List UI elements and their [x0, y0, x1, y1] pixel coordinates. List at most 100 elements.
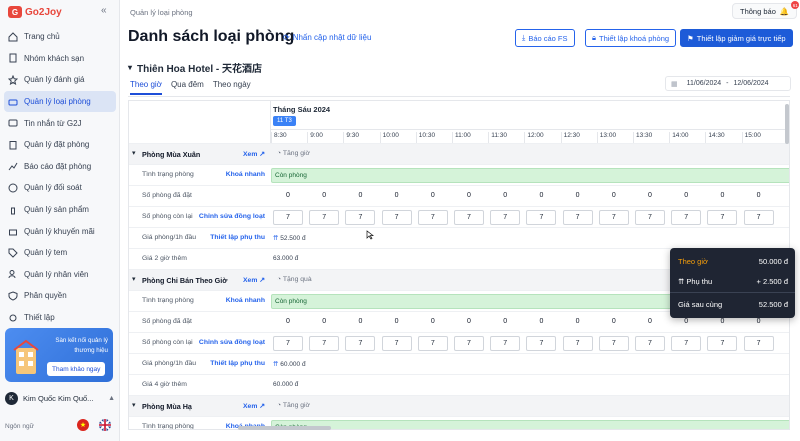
sidebar-item-label: Quản lý loại phòng: [24, 97, 91, 107]
promo-button[interactable]: Tham khảo ngay: [47, 362, 106, 376]
booked-count: 0: [720, 192, 725, 199]
view-room-link[interactable]: Xem ↗: [243, 402, 265, 410]
remaining-input[interactable]: 7: [381, 336, 412, 351]
remaining-input[interactable]: 7: [417, 210, 448, 225]
remaining-input[interactable]: 7: [671, 336, 702, 351]
tab-2[interactable]: Theo ngày: [213, 80, 251, 95]
remaining-input[interactable]: 7: [707, 336, 738, 351]
sidebar-item-money[interactable]: Quản lý đối soát: [4, 177, 116, 199]
price-first-hour[interactable]: ⇈ 52.500 đ: [273, 234, 306, 242]
remaining-input[interactable]: 7: [417, 336, 448, 351]
sidebar-item-bottle[interactable]: Quản lý sản phẩm: [4, 199, 116, 221]
surcharge-link[interactable]: Thiết lập phụ thu: [210, 234, 265, 241]
room-type-name[interactable]: Phòng Chỉ Bán Theo Giờ: [142, 276, 227, 285]
view-room-link[interactable]: Xem ↗: [243, 150, 265, 158]
external-link-icon: ↗: [257, 277, 265, 284]
remaining-input[interactable]: 7: [345, 336, 376, 351]
booked-count: 0: [467, 192, 471, 199]
remaining-input[interactable]: 7: [345, 210, 376, 225]
user-menu[interactable]: K Kim Quốc Kim Quố... ▲: [5, 390, 115, 406]
vietnam-flag-icon[interactable]: ★: [77, 419, 89, 431]
sidebar-item-chart[interactable]: Báo cáo đặt phòng: [4, 156, 116, 178]
sidebar-item-gift[interactable]: Quản lý khuyến mãi: [4, 220, 116, 242]
direct-discount-button[interactable]: ⚑ Thiết lập giảm giá trực tiếp: [680, 29, 793, 47]
sidebar-item-star[interactable]: Quản lý đánh giá: [4, 69, 116, 91]
price-first-hour[interactable]: ⇈ 60.000 đ: [273, 360, 306, 368]
chevron-down-icon[interactable]: ▾: [132, 275, 136, 283]
remaining-input[interactable]: 7: [526, 210, 557, 225]
sidebar-item-users[interactable]: Quản lý nhân viên: [4, 264, 116, 286]
hotel-header[interactable]: ▾ Thiên Hoa Hotel - 天花酒店: [128, 60, 262, 75]
remaining-input[interactable]: 7: [381, 210, 412, 225]
sidebar-item-tag[interactable]: Quản lý tem: [4, 242, 116, 264]
remaining-input[interactable]: 7: [309, 210, 340, 225]
sidebar-item-settings[interactable]: Thiết lập: [4, 307, 116, 329]
sidebar-item-home[interactable]: Trang chủ: [4, 26, 116, 48]
remaining-input[interactable]: 7: [309, 336, 340, 351]
remaining-input[interactable]: 7: [490, 210, 521, 225]
chevron-down-icon[interactable]: ▾: [132, 401, 136, 409]
day-chip[interactable]: 11 T3: [273, 116, 296, 126]
remaining-input[interactable]: 7: [743, 210, 774, 225]
remaining-input[interactable]: 7: [635, 210, 665, 225]
sidebar-item-message[interactable]: Tin nhắn từ G2J: [4, 112, 116, 134]
availability-bar[interactable]: Còn phòng: [271, 168, 789, 183]
sidebar-item-building[interactable]: Nhóm khách sạn: [4, 48, 116, 70]
refresh-data-link[interactable]: ⟳ Nhấn cập nhật dữ liệu: [283, 33, 371, 42]
sidebar-item-room[interactable]: Quản lý loại phòng: [4, 90, 116, 113]
external-link-icon: ↗: [257, 151, 265, 158]
remaining-input[interactable]: 7: [526, 336, 557, 351]
remaining-input[interactable]: 7: [671, 210, 702, 225]
notification-button[interactable]: Thông báo 🔔 61: [732, 1, 800, 19]
remaining-input[interactable]: 7: [562, 336, 593, 351]
quick-lock-link[interactable]: Khoá nhanh: [226, 171, 265, 178]
tab-1[interactable]: Qua đêm: [171, 80, 204, 95]
horizontal-scrollbar[interactable]: [238, 426, 331, 430]
bulk-edit-link[interactable]: Chỉnh sửa đồng loạt: [199, 339, 265, 346]
remaining-input[interactable]: 7: [598, 210, 629, 225]
row-label: Số phòng đã đặt: [142, 192, 192, 199]
surcharge-link[interactable]: Thiết lập phụ thu: [210, 360, 265, 367]
date-range-picker[interactable]: ▦ 11/06/2024 - 12/06/2024: [665, 76, 791, 91]
room-icon: [8, 99, 18, 106]
remaining-input[interactable]: 7: [273, 210, 303, 225]
remaining-input[interactable]: 7: [743, 336, 774, 351]
time-slot-label: 11:30: [488, 132, 524, 143]
tooltip-divider: [670, 292, 795, 293]
view-room-link[interactable]: Xem ↗: [243, 276, 265, 284]
vertical-scrollbar[interactable]: [785, 104, 789, 144]
lock-room-button[interactable]: 🔒︎ Thiết lập khoá phòng: [585, 29, 677, 47]
uk-flag-icon[interactable]: [99, 419, 111, 431]
row-label: Giá 4 giờ thêm: [142, 381, 187, 388]
grid-row-status: Tình trạng phòngKhoá nhanhCòn phòng: [129, 164, 789, 185]
remaining-input[interactable]: 7: [454, 336, 484, 351]
avatar: K: [5, 391, 18, 405]
sidebar-item-label: Quản lý sản phẩm: [24, 205, 89, 215]
main-content: Quản lý loại phòng Thông báo 🔔 61 Danh s…: [120, 0, 800, 441]
grid-row-extra: Giá 4 giờ thêm 60.000 đ: [129, 374, 789, 395]
remaining-input[interactable]: 7: [273, 336, 303, 351]
logo[interactable]: G Go2Joy: [8, 5, 62, 19]
chevron-down-icon[interactable]: ▾: [132, 149, 136, 157]
bulk-edit-link[interactable]: Chỉnh sửa đồng loạt: [199, 213, 265, 220]
remaining-input[interactable]: 7: [562, 210, 593, 225]
room-type-name[interactable]: Phòng Mùa Hạ: [142, 402, 192, 411]
room-type-name[interactable]: Phòng Mùa Xuân: [142, 150, 200, 159]
lock-icon: 🔒︎: [592, 33, 596, 42]
remaining-input[interactable]: 7: [490, 336, 521, 351]
sidebar-item-clipboard[interactable]: Quản lý đặt phòng: [4, 134, 116, 156]
booked-count: 0: [286, 318, 290, 325]
tab-0[interactable]: Theo giờ: [130, 80, 162, 95]
time-slot-label: 10:00: [379, 132, 416, 143]
remaining-input[interactable]: 7: [454, 210, 484, 225]
booked-count: 0: [430, 318, 435, 325]
collapse-sidebar-icon[interactable]: «: [101, 5, 107, 16]
remaining-input[interactable]: 7: [598, 336, 629, 351]
report-fs-button[interactable]: ⤓ Báo cáo FS: [515, 29, 575, 47]
grid-row-status: Tình trạng phòngKhoá nhanhCòn phòng: [129, 416, 789, 429]
remaining-input[interactable]: 7: [707, 210, 738, 225]
quick-lock-link[interactable]: Khoá nhanh: [226, 297, 265, 304]
sidebar-item-shield[interactable]: Phân quyền: [4, 285, 116, 307]
remaining-input[interactable]: 7: [635, 336, 665, 351]
availability-bar[interactable]: Còn phòng: [271, 420, 789, 429]
